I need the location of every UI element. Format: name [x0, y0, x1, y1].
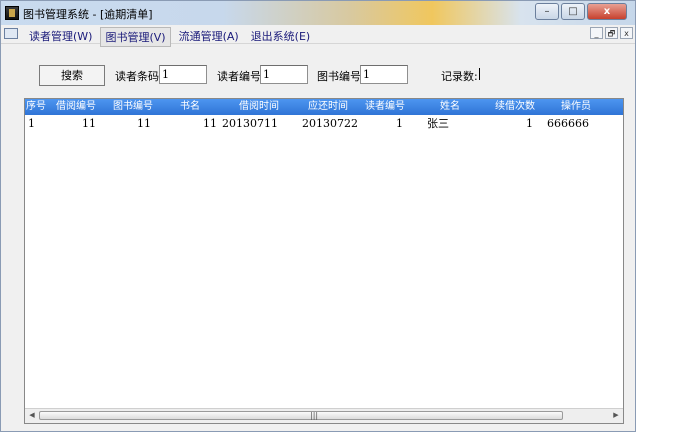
cell-name: 张三: [427, 117, 449, 130]
reader-barcode-input[interactable]: 1: [159, 65, 207, 84]
window-controls: – □ x: [535, 3, 627, 20]
column-header-borrow-time[interactable]: 借阅时间: [219, 99, 299, 115]
cell-borrow-time: 20130711: [222, 117, 278, 130]
maximize-button[interactable]: □: [561, 3, 585, 20]
mdi-restore-button[interactable]: 🗗: [605, 27, 618, 39]
window-title: 图书管理系统 - [逾期清单]: [23, 8, 153, 21]
cell-book-title: 11: [203, 117, 217, 130]
scrollbar-thumb[interactable]: |||: [39, 411, 563, 420]
cell-due-time: 20130722: [302, 117, 358, 130]
close-button[interactable]: x: [587, 3, 627, 20]
table-row[interactable]: 1 11 11 11 20130711 20130722 1 张三 1 6666…: [25, 116, 623, 132]
search-button[interactable]: 搜索: [39, 65, 105, 86]
minimize-button[interactable]: –: [535, 3, 559, 20]
menu-bar: 读者管理(W) 图书管理(V) 流通管理(A) 退出系统(E) _ 🗗 x: [1, 25, 635, 47]
reader-id-label: 读者编号: [217, 70, 261, 83]
record-count-value: [479, 68, 480, 80]
app-icon: [5, 6, 19, 20]
column-header-book-id[interactable]: 图书编号: [105, 99, 161, 115]
scroll-right-arrow-icon[interactable]: ▶: [611, 411, 621, 419]
column-header-operator[interactable]: 操作员: [544, 99, 608, 115]
horizontal-scrollbar[interactable]: ◀ ||| ▶: [25, 408, 623, 423]
column-header-reader-id[interactable]: 读者编号: [357, 99, 413, 115]
app-window: 图书管理系统 - [逾期清单] – □ x 读者管理(W) 图书管理(V) 流通…: [0, 0, 636, 432]
column-header-borrow-id[interactable]: 借阅编号: [48, 99, 104, 115]
record-count-label: 记录数:: [441, 70, 478, 83]
column-header-name[interactable]: 姓名: [414, 99, 486, 115]
search-toolbar: 搜索 读者条码 1 读者编号 1 图书编号 1 记录数:: [1, 43, 635, 95]
mdi-close-button[interactable]: x: [620, 27, 633, 39]
scroll-left-arrow-icon[interactable]: ◀: [27, 411, 37, 419]
cell-reader-id: 1: [396, 117, 403, 130]
cell-seq: 1: [28, 117, 35, 130]
reader-barcode-label: 读者条码: [115, 70, 159, 83]
reader-id-input[interactable]: 1: [260, 65, 308, 84]
grid-header: 序号 借阅编号 图书编号 书名 借阅时间 应还时间 读者编号 姓名 续借次数 操…: [25, 99, 623, 115]
overdue-list-grid[interactable]: 序号 借阅编号 图书编号 书名 借阅时间 应还时间 读者编号 姓名 续借次数 操…: [24, 98, 624, 424]
book-id-input[interactable]: 1: [360, 65, 408, 84]
cell-borrow-id: 11: [82, 117, 96, 130]
cell-book-id: 11: [137, 117, 151, 130]
column-header-seq[interactable]: 序号: [25, 99, 47, 115]
scrollbar-grip-icon: |||: [310, 411, 319, 420]
cell-renew-count: 1: [526, 117, 533, 130]
column-header-renew-count[interactable]: 续借次数: [487, 99, 543, 115]
column-header-due-time[interactable]: 应还时间: [300, 99, 356, 115]
cell-operator: 666666: [547, 117, 589, 130]
mdi-controls: _ 🗗 x: [590, 27, 633, 39]
title-bar[interactable]: 图书管理系统 - [逾期清单] – □ x: [1, 1, 635, 25]
mdi-minimize-button[interactable]: _: [590, 27, 603, 39]
book-id-label: 图书编号: [317, 70, 361, 83]
mdi-child-icon[interactable]: [4, 28, 18, 39]
column-header-book-title[interactable]: 书名: [162, 99, 218, 115]
